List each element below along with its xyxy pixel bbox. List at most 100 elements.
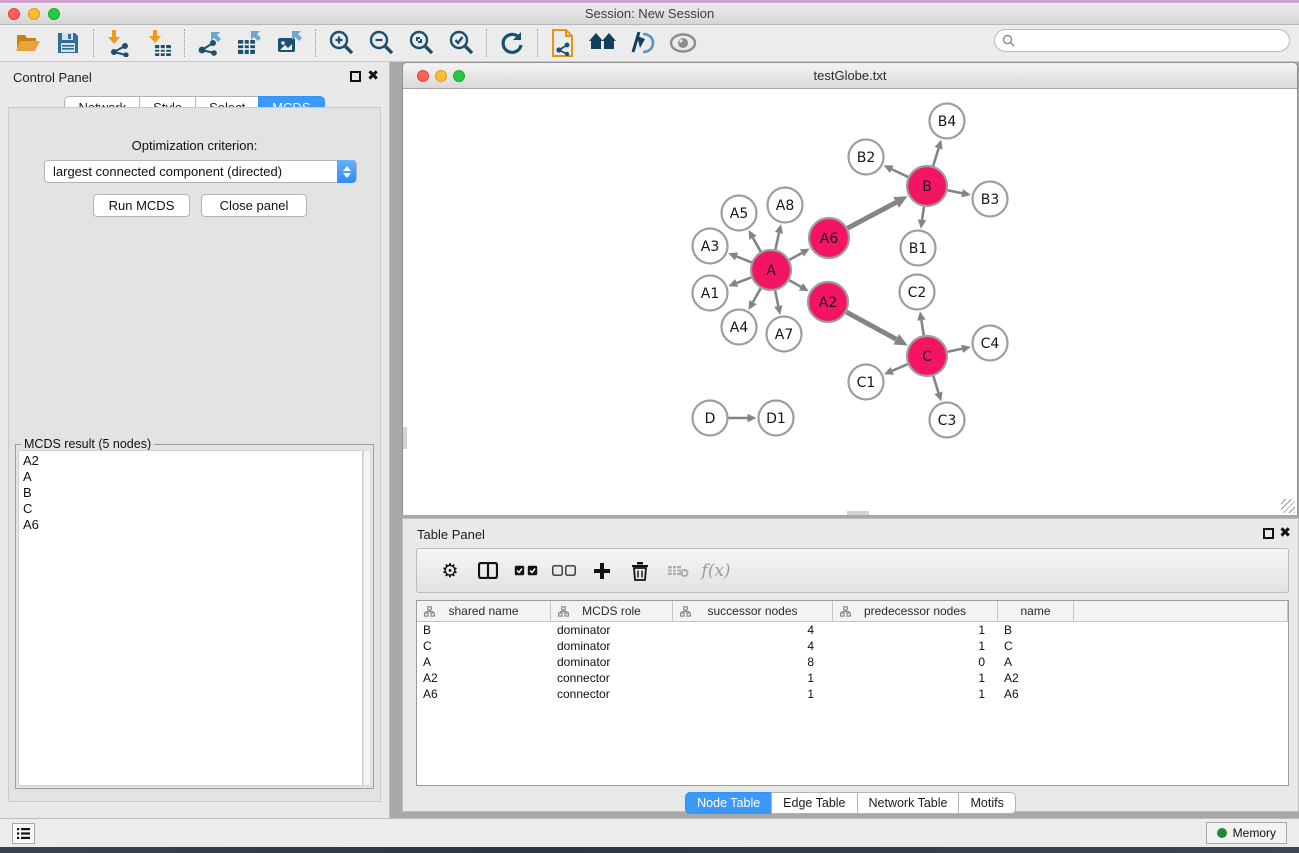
svg-text:C4: C4 xyxy=(981,336,1000,352)
delete-columns-icon[interactable] xyxy=(621,554,659,588)
close-panel-button[interactable]: Close panel xyxy=(201,194,307,217)
canvas-vertical-scroll-mark[interactable] xyxy=(403,427,407,449)
table-panel-title: Table Panel xyxy=(417,527,485,542)
graph-node-A7[interactable]: A7 xyxy=(767,317,802,352)
select-all-columns-icon[interactable] xyxy=(507,554,545,588)
close-panel-icon[interactable]: ✖ xyxy=(1279,525,1291,539)
svg-text:B1: B1 xyxy=(909,241,928,257)
graph-node-B2[interactable]: B2 xyxy=(849,140,884,175)
float-panel-icon[interactable] xyxy=(1263,528,1274,539)
settings-gear-icon[interactable]: ⚙ xyxy=(431,554,469,588)
cell: A xyxy=(417,655,551,669)
edge-arrowhead xyxy=(935,140,943,150)
zoom-out-icon[interactable] xyxy=(361,27,401,59)
refresh-icon[interactable] xyxy=(492,27,532,59)
edge-arrowhead xyxy=(934,392,942,402)
column-header-successor-nodes[interactable]: successor nodes xyxy=(673,601,833,621)
result-item-c[interactable]: C xyxy=(23,501,358,517)
result-item-a6[interactable]: A6 xyxy=(23,517,358,533)
export-image-icon[interactable] xyxy=(270,27,310,59)
deselect-all-columns-icon[interactable] xyxy=(545,554,583,588)
cytoscape-window: Session: New Session xyxy=(0,0,1299,853)
search-input[interactable] xyxy=(994,29,1290,52)
float-panel-icon[interactable] xyxy=(350,71,361,82)
graph-node-C1[interactable]: C1 xyxy=(849,365,884,400)
svg-text:C3: C3 xyxy=(938,413,957,429)
graph-node-A4[interactable]: A4 xyxy=(722,310,757,345)
column-header-MCDS-role[interactable]: MCDS role xyxy=(551,601,673,621)
window-resize-handle[interactable] xyxy=(1281,499,1295,513)
graph-node-C[interactable]: C xyxy=(907,336,947,376)
result-item-b[interactable]: B xyxy=(23,485,358,501)
tab-node-table[interactable]: Node Table xyxy=(685,792,772,814)
graph-node-D1[interactable]: D1 xyxy=(759,401,794,436)
memory-button[interactable]: Memory xyxy=(1206,822,1287,844)
result-item-a2[interactable]: A2 xyxy=(23,453,358,469)
import-network-icon[interactable] xyxy=(99,27,139,59)
mcds-result-title: MCDS result (5 nodes) xyxy=(21,437,154,451)
import-table-icon[interactable] xyxy=(139,27,179,59)
mcds-result-list[interactable]: A2ABCA6 xyxy=(18,450,363,786)
show-columns-icon[interactable] xyxy=(469,554,507,588)
network-window-titlebar[interactable]: testGlobe.txt xyxy=(403,63,1297,89)
open-session-icon[interactable] xyxy=(8,27,48,59)
graph-node-B3[interactable]: B3 xyxy=(973,182,1008,217)
close-panel-icon[interactable]: ✖ xyxy=(367,68,379,82)
table-row[interactable]: A6connector11A6 xyxy=(417,686,1288,702)
window-titlebar[interactable]: Session: New Session xyxy=(0,3,1299,25)
zoom-in-icon[interactable] xyxy=(321,27,361,59)
result-item-a[interactable]: A xyxy=(23,469,358,485)
graph-node-C4[interactable]: C4 xyxy=(973,326,1008,361)
graph-node-A2[interactable]: A2 xyxy=(808,282,848,322)
graph-node-C2[interactable]: C2 xyxy=(900,275,935,310)
graph-node-A1[interactable]: A1 xyxy=(693,276,728,311)
network-canvas[interactable]: A A1 A2 A3 A4 A5 A6 A7 A8 B B1 B2 B3 B4 C C1 C2 C3 C4 D D1 xyxy=(403,89,1297,515)
graph-node-B[interactable]: B xyxy=(907,166,947,206)
show-eye-icon[interactable] xyxy=(663,27,703,59)
hide-graphics-details-icon[interactable] xyxy=(623,27,663,59)
delete-table-icon[interactable] xyxy=(659,554,697,588)
home-icon[interactable] xyxy=(583,27,623,59)
zoom-selected-icon[interactable] xyxy=(441,27,481,59)
column-header-predecessor-nodes[interactable]: predecessor nodes xyxy=(833,601,998,621)
edge-arrowhead xyxy=(918,219,926,229)
save-session-icon[interactable] xyxy=(48,27,88,59)
graph-node-C3[interactable]: C3 xyxy=(930,403,965,438)
svg-text:A1: A1 xyxy=(701,286,719,302)
graph-node-A3[interactable]: A3 xyxy=(693,229,728,264)
result-list-scrollbar[interactable] xyxy=(363,450,371,786)
canvas-horizontal-scroll-mark[interactable] xyxy=(847,511,869,515)
export-table-icon[interactable] xyxy=(230,27,270,59)
cell: connector xyxy=(551,671,673,685)
task-history-button[interactable] xyxy=(12,823,35,844)
graph-node-D[interactable]: D xyxy=(693,401,728,436)
graph-node-A6[interactable]: A6 xyxy=(809,218,849,258)
cell: dominator xyxy=(551,639,673,653)
tab-edge-table[interactable]: Edge Table xyxy=(771,792,857,814)
column-header-name[interactable]: name xyxy=(998,601,1074,621)
criterion-dropdown[interactable]: largest connected component (directed) xyxy=(44,160,357,183)
graph-node-A8[interactable]: A8 xyxy=(768,188,803,223)
table-row[interactable]: A2connector11A2 xyxy=(417,670,1288,686)
tab-network-table[interactable]: Network Table xyxy=(857,792,960,814)
table-row[interactable]: Cdominator41C xyxy=(417,638,1288,654)
column-header-shared-name[interactable]: shared name xyxy=(417,601,551,621)
function-builder-icon[interactable]: f(x) xyxy=(697,554,735,588)
node-table[interactable]: shared nameMCDS rolesuccessor nodesprede… xyxy=(416,600,1289,786)
table-row[interactable]: Adominator80A xyxy=(417,654,1288,670)
criterion-selected-value: largest connected component (directed) xyxy=(53,164,282,179)
run-mcds-button[interactable]: Run MCDS xyxy=(93,194,190,217)
graph-node-A5[interactable]: A5 xyxy=(722,196,757,231)
zoom-fit-icon[interactable] xyxy=(401,27,441,59)
network-view-window[interactable]: testGlobe.txt A A1 A2 A3 A4 A5 A6 A7 A8 B B1 B2 B3 B4… xyxy=(402,62,1298,515)
graph-node-B4[interactable]: B4 xyxy=(930,104,965,139)
graph-node-A[interactable]: A xyxy=(751,250,791,290)
export-network-icon[interactable] xyxy=(190,27,230,59)
add-column-icon[interactable] xyxy=(583,554,621,588)
new-network-from-file-icon[interactable] xyxy=(543,27,583,59)
graph-node-B1[interactable]: B1 xyxy=(901,231,936,266)
memory-status-icon xyxy=(1217,828,1227,838)
svg-text:C: C xyxy=(922,349,932,365)
table-row[interactable]: Bdominator41B xyxy=(417,622,1288,638)
tab-motifs[interactable]: Motifs xyxy=(958,792,1015,814)
